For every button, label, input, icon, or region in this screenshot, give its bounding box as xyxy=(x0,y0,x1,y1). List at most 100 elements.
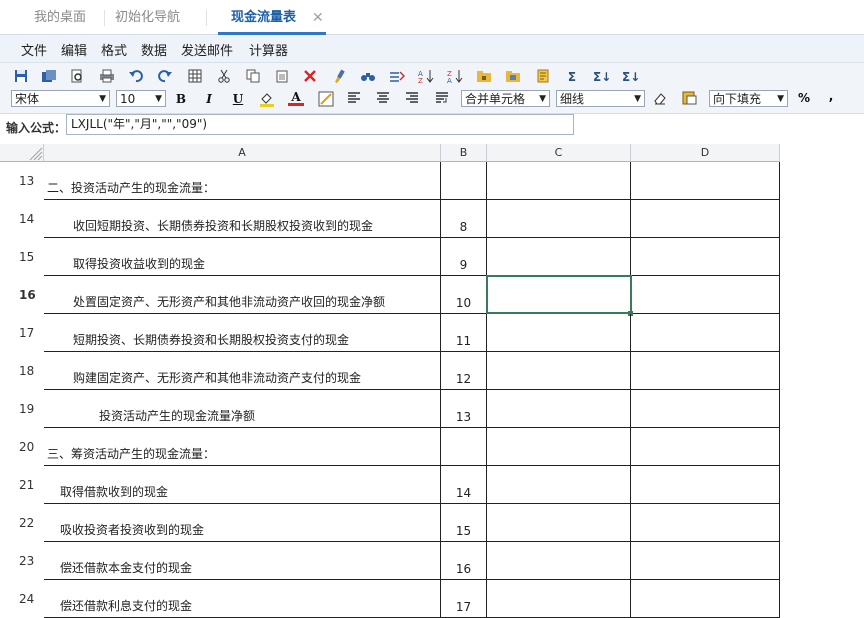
cell-b[interactable]: 16 xyxy=(441,542,487,580)
cell-c[interactable] xyxy=(487,428,631,466)
cell-d[interactable] xyxy=(631,276,780,314)
cell-d[interactable] xyxy=(631,428,780,466)
menu-data[interactable]: 数据 xyxy=(141,40,167,59)
menu-format[interactable]: 格式 xyxy=(101,40,127,59)
cell-c[interactable] xyxy=(487,314,631,352)
menu-edit[interactable]: 编辑 xyxy=(61,40,87,59)
row-header[interactable]: 14 xyxy=(0,200,44,238)
tab-cash-flow[interactable]: 现金流量表 xyxy=(231,8,296,28)
cell-a[interactable]: 购建固定资产、无形资产和其他非流动资产支付的现金 xyxy=(44,352,441,390)
paste-icon[interactable] xyxy=(274,69,290,85)
cell-a[interactable]: 处置固定资产、无形资产和其他非流动资产收回的现金净额 xyxy=(44,276,441,314)
align-right-icon[interactable] xyxy=(404,91,420,107)
column-header-a[interactable]: A xyxy=(44,144,441,162)
row-header[interactable]: 24 xyxy=(0,580,44,618)
cell-c[interactable] xyxy=(487,352,631,390)
find-icon[interactable] xyxy=(360,69,376,85)
cell-a[interactable]: 收回短期投资、长期债券投资和长期股权投资收到的现金 xyxy=(44,200,441,238)
cell-c[interactable] xyxy=(487,200,631,238)
folder-lock-icon[interactable] xyxy=(476,69,492,85)
row-header[interactable]: 17 xyxy=(0,314,44,352)
cell-c[interactable] xyxy=(487,542,631,580)
tab-init-nav[interactable]: 初始化导航 xyxy=(115,8,180,28)
sort-ascending-icon[interactable]: AZ xyxy=(418,69,434,85)
cell-d[interactable] xyxy=(631,542,780,580)
cell-a[interactable]: 吸收投资者投资收到的现金 xyxy=(44,504,441,542)
menu-calculator[interactable]: 计算器 xyxy=(249,40,288,59)
paste-special-icon[interactable] xyxy=(681,89,697,105)
cell-d[interactable] xyxy=(631,162,780,200)
copy-icon[interactable] xyxy=(245,69,261,85)
align-center-icon[interactable] xyxy=(375,91,391,107)
delete-icon[interactable] xyxy=(302,69,318,85)
cell-d[interactable] xyxy=(631,504,780,542)
cell-b[interactable]: 11 xyxy=(441,314,487,352)
border-style-select[interactable]: 细线 ▼ xyxy=(556,90,645,107)
cell-b[interactable]: 14 xyxy=(441,466,487,504)
row-header[interactable]: 19 xyxy=(0,390,44,428)
column-header-c[interactable]: C xyxy=(487,144,631,162)
sum-columns-icon[interactable]: Σ↓ xyxy=(622,69,640,85)
align-left-icon[interactable] xyxy=(346,91,362,107)
fill-color-icon[interactable] xyxy=(259,91,275,107)
cell-d[interactable] xyxy=(631,352,780,390)
tab-my-desktop[interactable]: 我的桌面 xyxy=(34,8,86,28)
cell-a[interactable]: 偿还借款本金支付的现金 xyxy=(44,542,441,580)
sort-descending-icon[interactable]: ZA xyxy=(447,69,463,85)
undo-icon[interactable] xyxy=(128,69,144,85)
cell-b[interactable] xyxy=(441,162,487,200)
sum-icon[interactable]: Σ xyxy=(564,69,580,85)
thousands-separator-button[interactable]: , xyxy=(823,88,839,104)
save-icon[interactable] xyxy=(13,69,29,85)
folder-unlock-icon[interactable] xyxy=(505,69,521,85)
column-header-d[interactable]: D xyxy=(631,144,780,162)
print-icon[interactable] xyxy=(99,69,115,85)
sum-rows-icon[interactable]: Σ↓ xyxy=(593,69,611,85)
cell-d[interactable] xyxy=(631,466,780,504)
cell-d[interactable] xyxy=(631,314,780,352)
cell-a[interactable]: 投资活动产生的现金流量净额 xyxy=(44,390,441,428)
cell-b[interactable]: 9 xyxy=(441,238,487,276)
column-header-b[interactable]: B xyxy=(441,144,487,162)
eraser-icon[interactable] xyxy=(652,91,668,107)
row-header[interactable]: 21 xyxy=(0,466,44,504)
report-icon[interactable] xyxy=(535,69,551,85)
row-header[interactable]: 22 xyxy=(0,504,44,542)
cut-icon[interactable] xyxy=(216,69,232,85)
cell-c[interactable] xyxy=(487,390,631,428)
cell-b[interactable]: 10 xyxy=(441,276,487,314)
grid-select-icon[interactable] xyxy=(187,69,203,85)
font-family-select[interactable]: 宋体 ▼ xyxy=(11,90,110,107)
font-size-select[interactable]: 10 ▼ xyxy=(116,90,166,107)
cell-a[interactable]: 短期投资、长期债券投资和长期股权投资支付的现金 xyxy=(44,314,441,352)
cell-d[interactable] xyxy=(631,580,780,618)
row-header[interactable]: 16 xyxy=(0,276,44,314)
wrap-text-icon[interactable] xyxy=(434,91,450,107)
cell-b[interactable]: 17 xyxy=(441,580,487,618)
cell-style-icon[interactable] xyxy=(318,91,334,107)
cell-b[interactable] xyxy=(441,428,487,466)
cell-d[interactable] xyxy=(631,200,780,238)
select-all-corner[interactable] xyxy=(0,144,44,162)
redo-icon[interactable] xyxy=(157,69,173,85)
cell-c[interactable] xyxy=(487,238,631,276)
menu-send-email[interactable]: 发送邮件 xyxy=(181,40,233,59)
percent-format-button[interactable]: % xyxy=(796,90,812,106)
cell-a[interactable]: 取得投资收益收到的现金 xyxy=(44,238,441,276)
cell-d[interactable] xyxy=(631,238,780,276)
clear-format-brush-icon[interactable] xyxy=(331,69,347,85)
save-as-icon[interactable] xyxy=(41,69,57,85)
cell-c[interactable] xyxy=(487,580,631,618)
italic-button[interactable]: I xyxy=(201,91,217,107)
print-preview-icon[interactable] xyxy=(69,69,85,85)
merge-cells-select[interactable]: 合并单元格 ▼ xyxy=(461,90,550,107)
cell-d[interactable] xyxy=(631,390,780,428)
cell-b[interactable]: 15 xyxy=(441,504,487,542)
row-header[interactable]: 18 xyxy=(0,352,44,390)
underline-button[interactable]: U xyxy=(230,91,246,107)
cell-c[interactable] xyxy=(487,466,631,504)
cell-c[interactable] xyxy=(487,504,631,542)
cell-a[interactable]: 偿还借款利息支付的现金 xyxy=(44,580,441,618)
close-tab-icon[interactable]: ✕ xyxy=(312,8,324,28)
active-cell-selection[interactable] xyxy=(486,275,632,314)
